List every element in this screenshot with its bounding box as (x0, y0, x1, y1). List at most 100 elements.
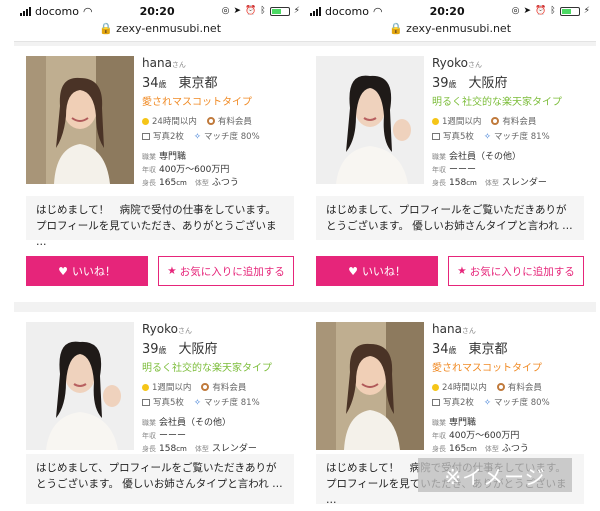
profile-details: 職業 会社員（その他） 年収 ーーー 身長 158cm 体型 スレンダー (432, 152, 547, 188)
profile-photo[interactable] (316, 56, 424, 184)
address-bar[interactable]: 🔒 zexy-enmusubi.net (14, 22, 306, 42)
match-rate: ✧ マッチ度 80% (193, 132, 260, 142)
photo-icon (432, 133, 440, 140)
clock: 20:20 (139, 4, 175, 18)
medal-icon (201, 383, 210, 391)
location-icon: ➤ (523, 6, 532, 16)
match-rate: ✧ マッチ度 81% (193, 398, 260, 408)
phone-screen-right: docomo ◠ 20:20 ◎ ➤ ⏰ ᛒ ⚡ 🔒 zexy-enmusubi… (304, 0, 596, 511)
profile-name: Ryokoさん (432, 56, 482, 70)
personality-type: 愛されマスコットタイプ (432, 363, 542, 374)
star-icon: ★ (167, 265, 177, 277)
url-text: zexy-enmusubi.net (116, 22, 222, 35)
profile-name: hanaさん (432, 322, 476, 336)
medal-icon (491, 117, 500, 125)
clock-dot-icon (142, 384, 149, 391)
alarm-icon: ⏰ (535, 6, 547, 16)
photo-icon (142, 133, 150, 140)
image-note-overlay: ※イメージ (418, 458, 572, 492)
profile-prefecture: 東京都 (178, 76, 218, 91)
profile-age: 34歳 (432, 342, 457, 357)
like-button[interactable]: ♥ いいね！ (316, 256, 438, 286)
profile-message: はじめまして、プロフィールをご覧いただきありが とうございます。 優しいお姉さん… (316, 196, 584, 240)
profile-details: 職業 専門職 年収 400万〜600万円 身長 165cm 体型 ふつう (142, 152, 239, 188)
bluetooth-icon: ᛒ (260, 6, 266, 16)
medal-icon (206, 117, 215, 125)
woman-photo-illustration (316, 56, 424, 184)
address-bar[interactable]: 🔒 zexy-enmusubi.net (304, 22, 596, 42)
profile-photo[interactable] (26, 322, 134, 450)
carrier-label: docomo (325, 4, 369, 18)
profile-prefecture: 大阪府 (178, 342, 218, 357)
screenshot-composite: docomo ◠ 20:20 ◎ ➤ ⏰ ᛒ ⚡ 🔒 zexy-enmusubi… (0, 0, 600, 511)
location-icon: ➤ (233, 6, 242, 16)
photo-count: 写真5枚 (142, 396, 184, 408)
login-status: 24時間以内 (142, 115, 197, 127)
url-text: zexy-enmusubi.net (406, 22, 512, 35)
profile-message: はじめまして、プロフィールをご覧いただきありが とうございます。 優しいお姉さん… (26, 454, 294, 504)
wifi-icon: ◠ (372, 4, 383, 18)
bluetooth-icon: ᛒ (550, 6, 556, 16)
add-favorite-button[interactable]: ★ お気に入りに追加する (448, 256, 584, 286)
profile-photo[interactable] (316, 322, 424, 450)
lock-rotation-icon: ◎ (221, 6, 230, 16)
sparkle-icon: ✧ (483, 398, 492, 408)
match-rate: ✧ マッチ度 81% (483, 132, 550, 142)
photo-count: 写真2枚 (142, 130, 184, 142)
member-status: 有料会員 (201, 381, 246, 393)
member-status: 有料会員 (491, 115, 536, 127)
photo-count: 写真5枚 (432, 130, 474, 142)
lock-rotation-icon: ◎ (511, 6, 520, 16)
profile-message: はじめまして！ 病院で受付の仕事をしています。 プロフィールを見ていただき、あり… (26, 196, 294, 248)
lock-icon: 🔒 (98, 22, 113, 35)
photo-icon (142, 399, 150, 406)
profile-name: hanaさん (142, 56, 186, 70)
carrier-label: docomo (35, 4, 79, 18)
profile-prefecture: 大阪府 (468, 76, 508, 91)
login-status: 24時間以内 (432, 381, 487, 393)
profile-info: hanaさん 34歳 東京都 愛されマスコットタイプ 24時間以内 有料会員 写真… (142, 56, 302, 190)
member-status: 有料会員 (496, 381, 542, 393)
profile-photo[interactable] (26, 56, 134, 184)
woman-photo-illustration (316, 322, 424, 450)
profile-age: 34歳 (142, 76, 167, 91)
charging-icon: ⚡ (583, 6, 590, 16)
profile-card-ryoko[interactable]: Ryokoさん 39歳 大阪府 明るく社交的な楽天家タイプ 1週間以内 有料会員 … (14, 312, 306, 511)
profile-name: Ryokoさん (142, 322, 192, 336)
login-status: 1週間以内 (432, 115, 481, 127)
login-status: 1週間以内 (142, 381, 191, 393)
battery-icon (269, 6, 290, 16)
personality-type: 明るく社交的な楽天家タイプ (142, 363, 272, 374)
sparkle-icon: ✧ (193, 398, 202, 408)
match-rate: ✧ マッチ度 80% (483, 398, 550, 408)
sparkle-icon: ✧ (193, 132, 202, 142)
woman-photo-illustration (26, 56, 134, 184)
profile-info: Ryokoさん 39歳 大阪府 明るく社交的な楽天家タイプ 1週間以内 有料会員 … (142, 322, 302, 456)
like-button[interactable]: ♥ いいね！ (26, 256, 148, 286)
profile-card-hana[interactable]: hanaさん 34歳 東京都 愛されマスコットタイプ 24時間以内 有料会員 写真… (14, 46, 306, 302)
profile-details: 職業 会社員（その他） 年収 ーーー 身長 158cm 体型 スレンダー (142, 418, 257, 454)
photo-count: 写真2枚 (432, 396, 474, 408)
sparkle-icon: ✧ (483, 132, 492, 142)
add-favorite-button[interactable]: ★ お気に入りに追加する (158, 256, 294, 286)
clock: 20:20 (429, 4, 465, 18)
profile-age: 39歳 (142, 342, 167, 357)
star-icon: ★ (457, 265, 467, 277)
photo-icon (432, 399, 440, 406)
status-bar: docomo ◠ 20:20 ◎ ➤ ⏰ ᛒ ⚡ (304, 0, 596, 22)
heart-icon: ♥ (58, 264, 68, 278)
heart-icon: ♥ (348, 264, 358, 278)
clock-dot-icon (142, 118, 149, 125)
profile-details: 職業 専門職 年収 400万〜600万円 身長 165cm 体型 ふつう (432, 418, 529, 454)
personality-type: 愛されマスコットタイプ (142, 97, 252, 108)
clock-dot-icon (432, 384, 439, 391)
phone-screen-left: docomo ◠ 20:20 ◎ ➤ ⏰ ᛒ ⚡ 🔒 zexy-enmusubi… (14, 0, 306, 511)
medal-icon (496, 383, 505, 391)
profile-age: 39歳 (432, 76, 457, 91)
profile-info: Ryokoさん 39歳 大阪府 明るく社交的な楽天家タイプ 1週間以内 有料会員 … (432, 56, 592, 190)
wifi-icon: ◠ (82, 4, 93, 18)
profile-card-ryoko[interactable]: Ryokoさん 39歳 大阪府 明るく社交的な楽天家タイプ 1週間以内 有料会員 … (304, 46, 596, 302)
battery-icon (559, 6, 580, 16)
signal-icon (20, 6, 31, 16)
woman-photo-illustration (26, 322, 134, 450)
